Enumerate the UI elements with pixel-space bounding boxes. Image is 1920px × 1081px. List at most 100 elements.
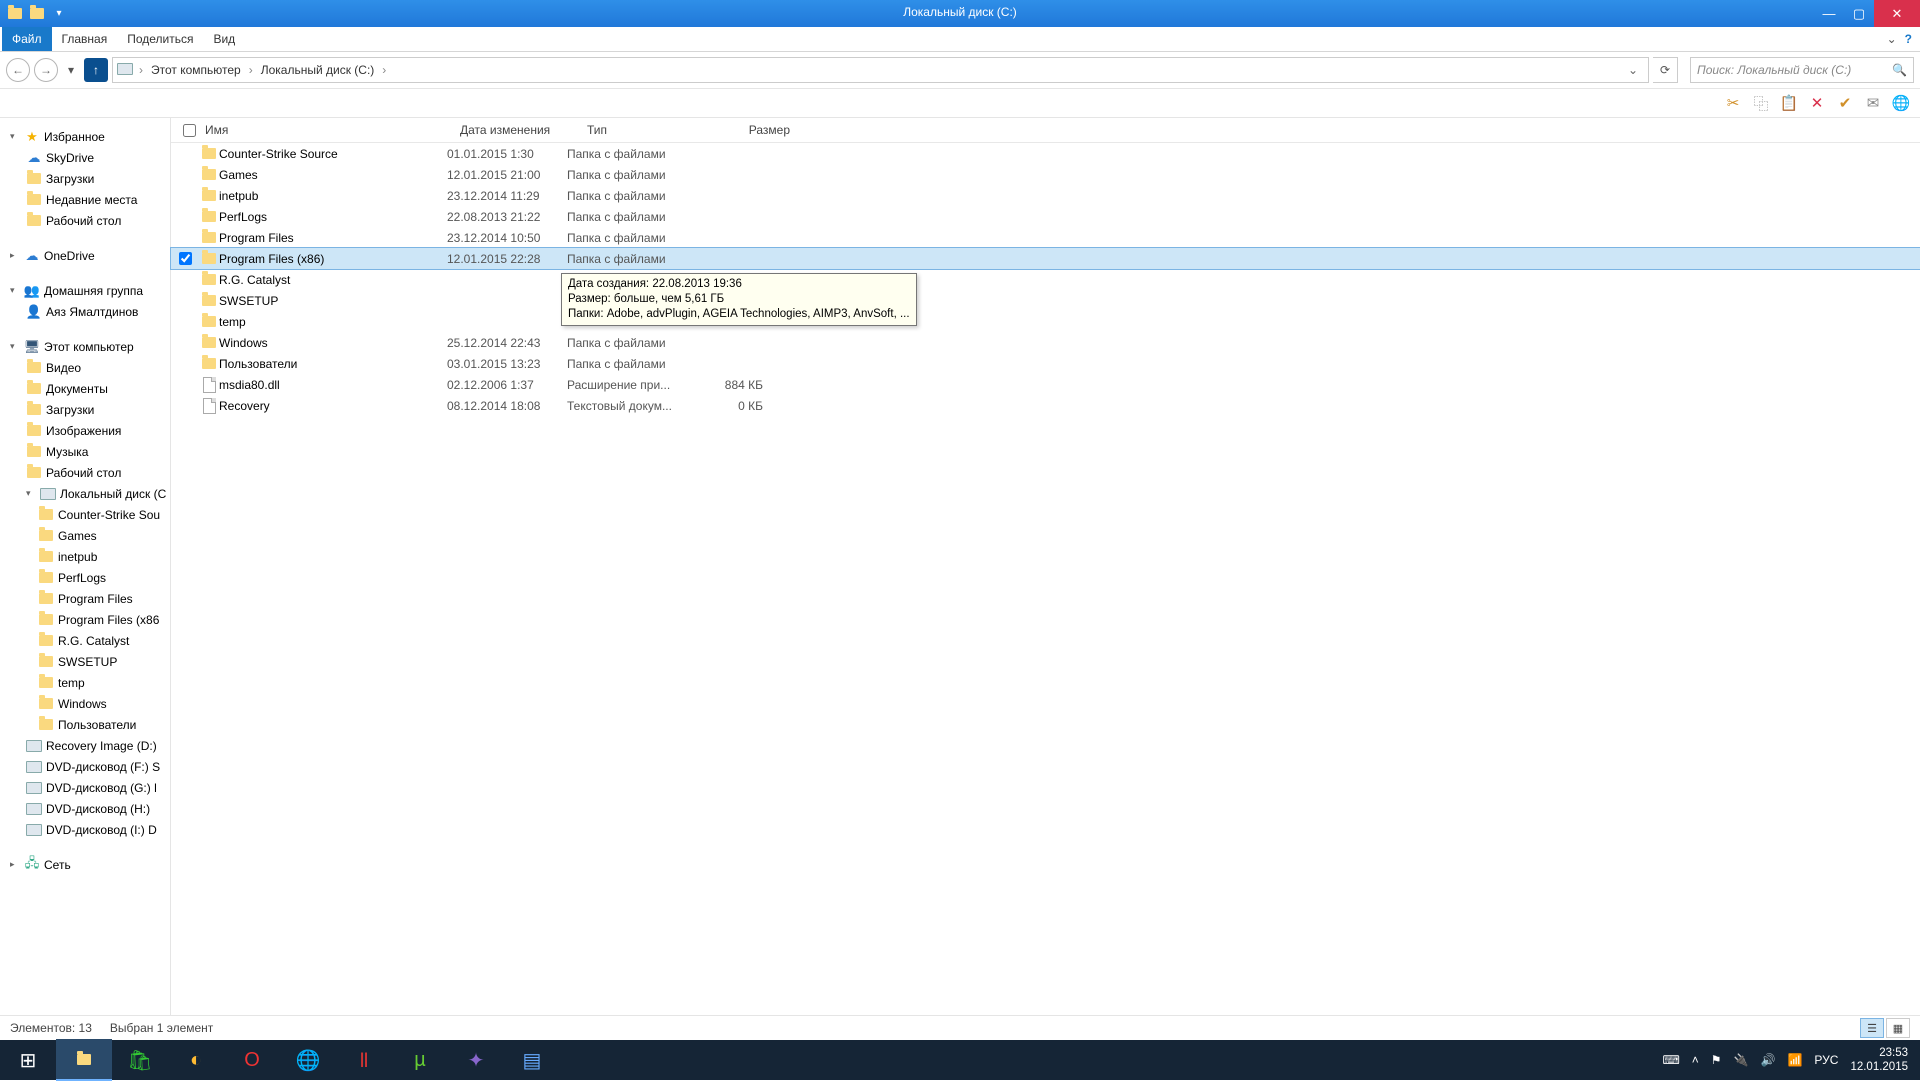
minimize-button[interactable]: —	[1814, 0, 1844, 27]
ribbon-expand-icon[interactable]: ⌄	[1887, 32, 1897, 46]
taskbar-chrome[interactable]: 🌐	[280, 1040, 336, 1080]
collapse-icon[interactable]: ▾	[10, 341, 20, 352]
nav-fav-recent[interactable]: Недавние места	[4, 189, 170, 210]
refresh-button[interactable]: ⟳	[1653, 57, 1678, 83]
nav-folder-item[interactable]: inetpub	[4, 546, 170, 567]
nav-folder-item[interactable]: Пользователи	[4, 714, 170, 735]
nav-fav-skydrive[interactable]: ☁SkyDrive	[4, 147, 170, 168]
nav-network[interactable]: ▸ 🖧 Сеть	[4, 854, 170, 875]
nav-documents[interactable]: Документы	[4, 378, 170, 399]
tray-network-icon[interactable]: 📶	[1787, 1053, 1802, 1067]
tray-language[interactable]: РУС	[1814, 1053, 1838, 1067]
nav-pictures[interactable]: Изображения	[4, 420, 170, 441]
help-icon[interactable]: ?	[1905, 32, 1912, 46]
crumb-computer[interactable]: Этот компьютер	[149, 63, 243, 77]
paste-icon[interactable]: 📋	[1778, 92, 1800, 114]
address-bar[interactable]: › Этот компьютер › Локальный диск (C:) ›…	[112, 57, 1649, 83]
column-name[interactable]: Имя	[199, 123, 454, 137]
close-button[interactable]: ✕	[1874, 0, 1920, 27]
taskbar-store[interactable]: 🛍	[112, 1040, 168, 1080]
tab-share[interactable]: Поделиться	[117, 27, 203, 51]
rename-icon[interactable]: ✔	[1834, 92, 1856, 114]
nav-homegroup-user[interactable]: 👤Аяз Ямалтдинов	[4, 301, 170, 322]
nav-folder-item[interactable]: Counter-Strike Sou	[4, 504, 170, 525]
nav-folder-item[interactable]: Windows	[4, 693, 170, 714]
maximize-button[interactable]: ▢	[1844, 0, 1874, 27]
taskbar-app-3[interactable]: ✦	[448, 1040, 504, 1080]
nav-videos[interactable]: Видео	[4, 357, 170, 378]
recent-locations-button[interactable]: ▾	[62, 61, 80, 79]
qat-folder-icon[interactable]	[28, 5, 46, 23]
nav-folder-item[interactable]: Program Files (x86	[4, 609, 170, 630]
nav-drive-item[interactable]: Recovery Image (D:)	[4, 735, 170, 756]
nav-folder-item[interactable]: Games	[4, 525, 170, 546]
file-row[interactable]: R.G. Catalyst	[171, 269, 1920, 290]
file-row[interactable]: Program Files (x86)12.01.2015 22:28Папка…	[171, 248, 1920, 269]
taskbar-app-4[interactable]: ▤	[504, 1040, 560, 1080]
nav-onedrive[interactable]: ▸ ☁ OneDrive	[4, 245, 170, 266]
taskbar-utorrent[interactable]: µ	[392, 1040, 448, 1080]
nav-drive-item[interactable]: DVD-дисковод (F:) S	[4, 756, 170, 777]
tray-volume-icon[interactable]: 🔊	[1761, 1053, 1776, 1067]
file-row[interactable]: Windows25.12.2014 22:43Папка с файлами	[171, 332, 1920, 353]
tray-chevron-up-icon[interactable]: ˄	[1692, 1053, 1699, 1067]
file-row[interactable]: Program Files23.12.2014 10:50Папка с фай…	[171, 227, 1920, 248]
nav-homegroup[interactable]: ▾ 👥 Домашняя группа	[4, 280, 170, 301]
file-row[interactable]: Пользователи03.01.2015 13:23Папка с файл…	[171, 353, 1920, 374]
nav-downloads[interactable]: Загрузки	[4, 399, 170, 420]
nav-music[interactable]: Музыка	[4, 441, 170, 462]
file-row[interactable]: Counter-Strike Source01.01.2015 1:30Папк…	[171, 143, 1920, 164]
globe-icon[interactable]: 🌐	[1890, 92, 1912, 114]
nav-folder-item[interactable]: R.G. Catalyst	[4, 630, 170, 651]
tab-file[interactable]: Файл	[2, 27, 52, 51]
crumb-drive[interactable]: Локальный диск (C:)	[259, 63, 377, 77]
nav-local-disk[interactable]: ▾Локальный диск (C	[4, 483, 170, 504]
taskbar-opera[interactable]: O	[224, 1040, 280, 1080]
select-all-checkbox[interactable]	[183, 124, 196, 137]
nav-folder-item[interactable]: PerfLogs	[4, 567, 170, 588]
nav-drive-item[interactable]: DVD-дисковод (I:) D	[4, 819, 170, 840]
file-row[interactable]: Recovery08.12.2014 18:08Текстовый докум.…	[171, 395, 1920, 416]
chevron-right-icon[interactable]: ›	[137, 63, 145, 77]
file-row[interactable]: inetpub23.12.2014 11:29Папка с файлами	[171, 185, 1920, 206]
file-row[interactable]: temp	[171, 311, 1920, 332]
nav-folder-item[interactable]: temp	[4, 672, 170, 693]
tray-clock[interactable]: 23:53 12.01.2015	[1850, 1046, 1908, 1074]
chevron-right-icon[interactable]: ›	[380, 63, 388, 77]
forward-button[interactable]: →	[34, 58, 58, 82]
nav-drive-item[interactable]: DVD-дисковод (H:)	[4, 798, 170, 819]
file-row[interactable]: PerfLogs22.08.2013 21:22Папка с файлами	[171, 206, 1920, 227]
taskbar-app-2[interactable]: Ⅱ	[336, 1040, 392, 1080]
collapse-icon[interactable]: ▾	[26, 488, 36, 499]
properties-icon[interactable]: ✉	[1862, 92, 1884, 114]
tray-flag-icon[interactable]: ⚑	[1711, 1053, 1722, 1067]
file-row[interactable]: msdia80.dll02.12.2006 1:37Расширение при…	[171, 374, 1920, 395]
nav-desktop[interactable]: Рабочий стол	[4, 462, 170, 483]
tray-power-icon[interactable]: 🔌	[1734, 1053, 1749, 1067]
qat-dropdown-icon[interactable]: ▾	[50, 5, 68, 23]
address-dropdown-icon[interactable]: ⌄	[1622, 63, 1644, 77]
tray-keyboard-icon[interactable]: ⌨	[1662, 1053, 1679, 1067]
back-button[interactable]: ←	[6, 58, 30, 82]
taskbar-explorer[interactable]	[56, 1039, 112, 1081]
column-size[interactable]: Размер	[710, 123, 797, 137]
nav-fav-desktop[interactable]: Рабочий стол	[4, 210, 170, 231]
column-date[interactable]: Дата изменения	[454, 123, 581, 137]
tab-home[interactable]: Главная	[52, 27, 118, 51]
nav-computer[interactable]: ▾ 🖥 Этот компьютер	[4, 336, 170, 357]
copy-icon[interactable]: ⿻	[1750, 92, 1772, 114]
up-button[interactable]: ↑	[84, 58, 108, 82]
cut-icon[interactable]: ✂	[1722, 92, 1744, 114]
expand-icon[interactable]: ▸	[10, 250, 20, 261]
start-button[interactable]: ⊞	[0, 1040, 56, 1080]
file-row[interactable]: SWSETUP	[171, 290, 1920, 311]
chevron-right-icon[interactable]: ›	[247, 63, 255, 77]
view-details-button[interactable]: ☰	[1860, 1018, 1884, 1038]
search-input[interactable]: Поиск: Локальный диск (C:) 🔍	[1690, 57, 1914, 83]
nav-drive-item[interactable]: DVD-дисковод (G:) l	[4, 777, 170, 798]
row-checkbox[interactable]	[179, 252, 192, 265]
nav-folder-item[interactable]: SWSETUP	[4, 651, 170, 672]
nav-folder-item[interactable]: Program Files	[4, 588, 170, 609]
expand-icon[interactable]: ▸	[10, 859, 20, 870]
tab-view[interactable]: Вид	[203, 27, 245, 51]
